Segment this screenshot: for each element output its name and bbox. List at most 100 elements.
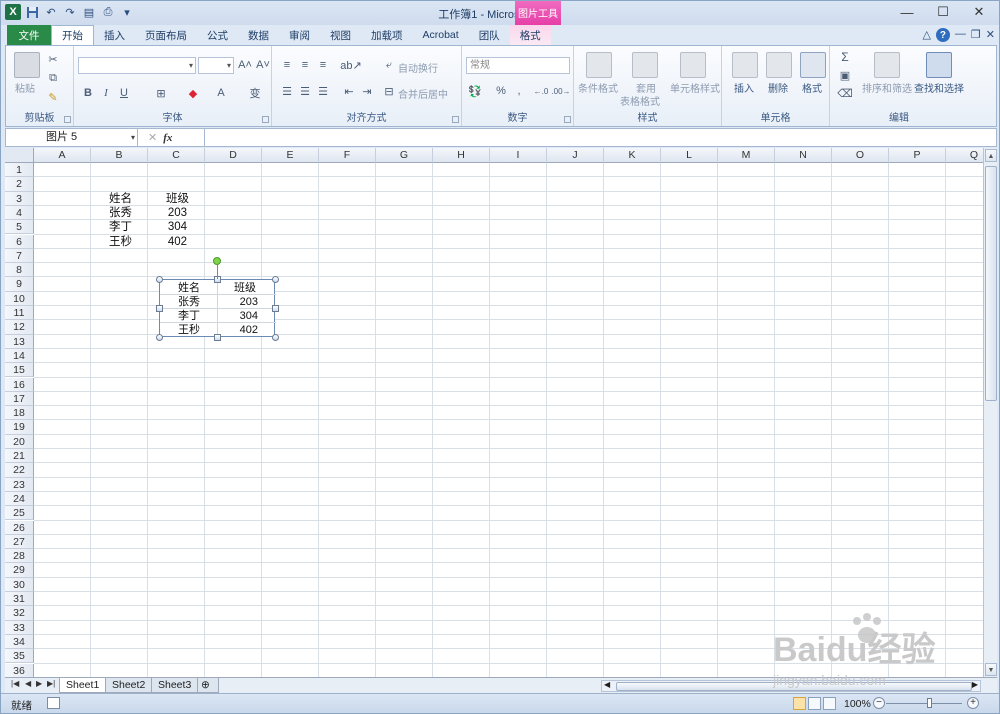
resize-handle[interactable] [213,333,221,341]
tab-home[interactable]: 开始 [51,25,94,45]
scroll-up-icon[interactable]: ▲ [985,149,997,162]
align-bottom-icon[interactable]: ≡ [316,58,330,72]
row-header-28[interactable]: 28 [5,549,34,564]
row-header-2[interactable]: 2 [5,177,34,192]
row-header-29[interactable]: 29 [5,563,34,578]
quick-print-icon[interactable]: ▤ [81,4,97,20]
scroll-left-icon[interactable]: ◀ [604,680,610,689]
help-icon[interactable]: ? [935,28,950,42]
wrap-text-icon[interactable]: ⤶ [382,58,396,72]
row-header-34[interactable]: 34 [5,634,34,650]
row-header-5[interactable]: 5 [5,220,34,235]
formula-input[interactable] [204,129,996,146]
minimize-ribbon-icon[interactable]: △ [922,28,930,42]
save-icon[interactable] [24,4,40,20]
tab-review[interactable]: 审阅 [279,25,320,45]
sheet-tab-sheet3[interactable]: Sheet3 [151,678,199,693]
column-header-d[interactable]: D [205,148,262,163]
sheet-tab-sheet2[interactable]: Sheet2 [105,678,153,693]
page-break-view-icon[interactable] [823,697,836,710]
page-layout-view-icon[interactable] [808,697,821,710]
vertical-scrollbar[interactable]: ▲ ▼ [983,148,997,677]
cell-styles-label[interactable]: 单元格样式 [670,80,720,95]
select-all-corner[interactable] [5,148,34,163]
resize-handle[interactable] [155,275,163,283]
print-preview-icon[interactable]: ⎙ [100,4,116,20]
format-cells-label[interactable]: 格式 [802,80,822,95]
column-header-i[interactable]: I [490,148,547,163]
delete-cells-icon[interactable] [766,52,792,78]
row-header-30[interactable]: 30 [5,577,34,592]
row-header-24[interactable]: 24 [5,491,34,507]
tab-file[interactable]: 文件 [7,25,51,45]
cancel-icon[interactable]: ✕ [148,131,157,144]
cell-b6[interactable]: 王秒 [109,235,132,249]
number-launcher-icon[interactable] [564,116,571,123]
row-header-10[interactable]: 10 [5,291,34,306]
row-header-26[interactable]: 26 [5,520,34,535]
row-header-9[interactable]: 9 [5,277,34,292]
column-header-o[interactable]: O [832,148,889,163]
increase-indent-icon[interactable]: ⇥ [360,84,374,98]
tab-page-layout[interactable]: 页面布局 [135,25,197,45]
phonetic-icon[interactable]: 变 [248,86,262,100]
paste-icon[interactable] [14,52,40,78]
row-header-25[interactable]: 25 [5,506,34,521]
column-header-f[interactable]: F [319,148,376,163]
bold-button[interactable]: B [82,86,94,100]
percent-button[interactable]: % [494,84,508,98]
column-header-j[interactable]: J [547,148,604,163]
doc-minimize-icon[interactable]: — [955,28,966,42]
row-header-3[interactable]: 3 [5,191,34,206]
decrease-decimal-icon[interactable]: .00→ [551,84,570,98]
column-header-l[interactable]: L [661,148,718,163]
font-name-combo[interactable]: ▾ [78,57,196,74]
column-header-q[interactable]: Q [946,148,983,163]
row-header-21[interactable]: 21 [5,449,34,464]
column-header-k[interactable]: K [604,148,661,163]
name-box[interactable]: 图片 5 ▾ [6,129,138,146]
last-sheet-icon[interactable]: ▶| [47,679,55,688]
row-header-15[interactable]: 15 [5,363,34,378]
cell-b5[interactable]: 李丁 [109,220,132,234]
wrap-text-label[interactable]: 自动换行 [398,60,438,75]
grow-font-icon[interactable]: A˄ [238,58,252,72]
autosum-icon[interactable]: Σ [838,50,852,64]
resize-handle[interactable] [155,333,163,341]
cell-c4[interactable]: 203 [148,206,187,220]
column-header-p[interactable]: P [889,148,946,163]
column-header-e[interactable]: E [262,148,319,163]
row-header-33[interactable]: 33 [5,620,34,635]
tab-formulas[interactable]: 公式 [197,25,238,45]
number-format-combo[interactable]: 常规 [466,57,570,74]
column-header-c[interactable]: C [148,148,205,163]
doc-restore-icon[interactable]: ❐ [971,28,981,42]
scroll-right-icon[interactable]: ▶ [972,680,978,689]
rotate-handle[interactable] [213,257,221,265]
cell-b3[interactable]: 姓名 [109,192,132,206]
normal-view-icon[interactable] [793,697,806,710]
find-select-icon[interactable] [926,52,952,78]
column-header-b[interactable]: B [91,148,148,163]
zoom-slider-knob[interactable] [927,698,932,708]
column-header-h[interactable]: H [433,148,490,163]
undo-icon[interactable]: ↶ [43,4,59,20]
column-header-g[interactable]: G [376,148,433,163]
shrink-font-icon[interactable]: A˅ [256,58,270,72]
excel-logo-icon[interactable]: X [5,4,21,20]
tab-format[interactable]: 格式 [509,25,551,45]
zoom-level[interactable]: 100% [844,698,871,710]
row-header-22[interactable]: 22 [5,463,34,478]
macro-record-icon[interactable] [47,697,60,709]
name-box-dropdown-icon[interactable]: ▾ [131,129,135,146]
increase-decimal-icon[interactable]: ←.0 [532,84,550,98]
sort-filter-label[interactable]: 排序和筛选 [862,80,912,95]
fill-icon[interactable]: ▣ [838,68,852,82]
maximize-icon[interactable]: ☐ [925,1,961,23]
font-color-button[interactable]: A [214,86,228,100]
align-left-icon[interactable]: ☰ [280,84,294,98]
customize-qat-icon[interactable]: ▾ [119,4,135,20]
tab-view[interactable]: 视图 [320,25,361,45]
prev-sheet-icon[interactable]: ◀ [25,679,31,688]
row-header-13[interactable]: 13 [5,334,34,349]
